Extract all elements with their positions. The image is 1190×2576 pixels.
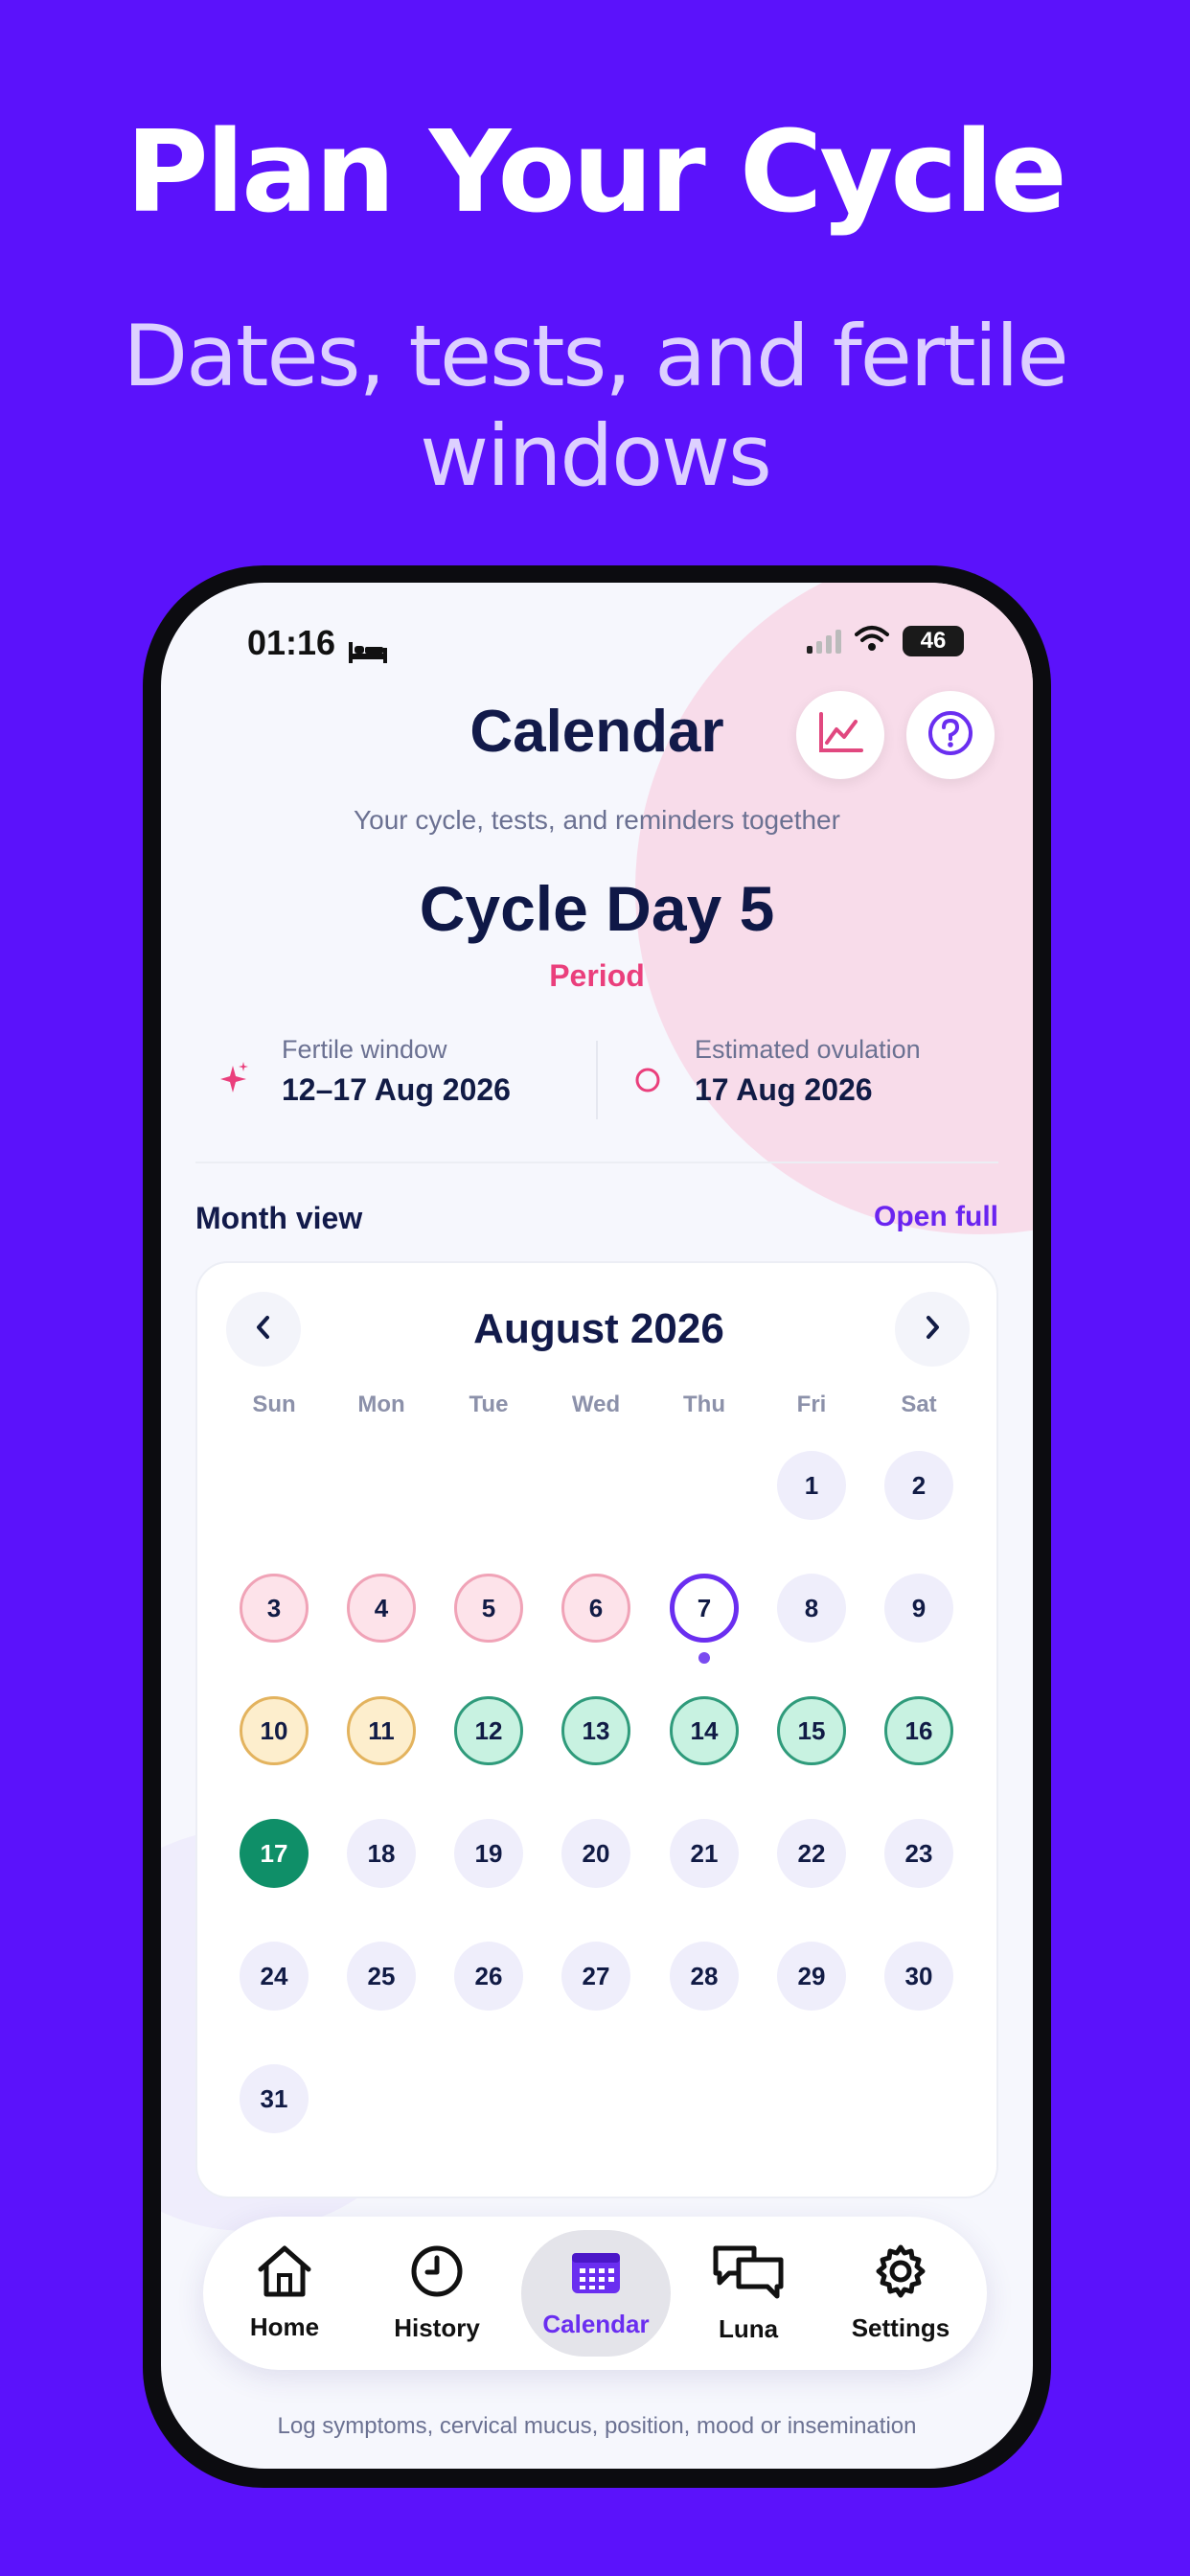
today-indicator-dot xyxy=(698,1652,710,1664)
tab-settings-label: Settings xyxy=(851,2313,950,2342)
status-bar-left: 01:16 xyxy=(247,623,388,663)
tab-history-label: History xyxy=(394,2313,480,2342)
calendar-day[interactable]: 11 xyxy=(347,1696,416,1765)
fertile-window-label: Fertile window xyxy=(282,1035,447,1064)
calendar-day[interactable]: 17 xyxy=(240,1819,309,1888)
calendar-day[interactable]: 30 xyxy=(884,1942,953,2011)
app-screen: 01:16 46 Calendar Your cycle, tests, and… xyxy=(161,583,1033,2469)
calendar-day[interactable]: 1 xyxy=(777,1451,846,1520)
ovulation-info: Estimated ovulation 17 Aug 2026 xyxy=(695,1035,921,1108)
tab-bar: Home History Calendar Luna Settings xyxy=(203,2217,987,2370)
tab-luna[interactable]: Luna xyxy=(676,2217,820,2370)
chart-line-icon xyxy=(817,711,863,759)
open-full-link[interactable]: Open full xyxy=(874,1201,998,1233)
gear-icon xyxy=(873,2243,928,2306)
calendar-day[interactable]: 12 xyxy=(454,1696,523,1765)
calendar-day[interactable]: 2 xyxy=(884,1451,953,1520)
calendar-day[interactable]: 25 xyxy=(347,1942,416,2011)
promo-subtitle: Dates, tests, and fertile windows xyxy=(123,307,1068,505)
calendar-day[interactable]: 9 xyxy=(884,1574,953,1643)
calendar-day[interactable]: 5 xyxy=(454,1574,523,1643)
clock-icon xyxy=(409,2243,465,2306)
month-view-label: Month view xyxy=(195,1201,363,1235)
weekday-header: Sat xyxy=(901,1392,937,1417)
calendar-icon xyxy=(570,2247,622,2302)
weekday-header: Tue xyxy=(469,1392,509,1417)
calendar-day[interactable]: 10 xyxy=(240,1696,309,1765)
cycle-phase: Period xyxy=(549,958,645,993)
divider xyxy=(596,1041,598,1119)
calendar-day[interactable]: 26 xyxy=(454,1942,523,2011)
calendar-day[interactable]: 21 xyxy=(670,1819,739,1888)
ovulation-circle-icon xyxy=(634,1067,661,1098)
calendar-day[interactable]: 29 xyxy=(777,1942,846,2011)
log-card-description: Log symptoms, cervical mucus, position, … xyxy=(277,2413,917,2439)
weekday-header: Thu xyxy=(683,1392,725,1417)
ovulation-label: Estimated ovulation xyxy=(695,1035,921,1064)
calendar-card: August 2026 Sun Mon Tue Wed Thu Fri Sat 1 2 3 4 5 6 7… xyxy=(195,1261,998,2198)
chart-button[interactable] xyxy=(796,691,884,779)
phone-frame: 01:16 46 Calendar Your cycle, tests, and… xyxy=(143,565,1051,2488)
tab-history[interactable]: History xyxy=(365,2217,509,2370)
tab-home-label: Home xyxy=(249,2312,320,2341)
calendar-month-title: August 2026 xyxy=(473,1305,724,1352)
calendar-day[interactable]: 23 xyxy=(884,1819,953,1888)
status-bar-right: 46 xyxy=(807,625,964,656)
bed-icon xyxy=(349,632,388,663)
calendar-day[interactable]: 27 xyxy=(561,1942,630,2011)
calendar-day[interactable]: 31 xyxy=(240,2064,309,2133)
weekday-header: Fri xyxy=(796,1392,827,1417)
fertile-window-value: 12–17 Aug 2026 xyxy=(282,1072,511,1107)
wifi-icon xyxy=(855,625,889,656)
calendar-day[interactable]: 19 xyxy=(454,1819,523,1888)
weekday-header: Wed xyxy=(571,1392,621,1417)
status-time: 01:16 xyxy=(247,623,336,662)
calendar-day[interactable]: 8 xyxy=(777,1574,846,1643)
next-month-button[interactable] xyxy=(895,1292,970,1367)
promo-title: Plan Your Cycle xyxy=(126,105,1067,238)
help-button[interactable] xyxy=(906,691,995,779)
calendar-day[interactable]: 7 xyxy=(670,1574,739,1643)
ovulation-value: 17 Aug 2026 xyxy=(695,1072,873,1107)
home-icon xyxy=(255,2244,314,2305)
weekday-header: Mon xyxy=(357,1392,405,1417)
help-icon xyxy=(927,709,974,762)
weekday-header: Sun xyxy=(252,1392,296,1417)
fertile-window-info: Fertile window 12–17 Aug 2026 xyxy=(282,1035,511,1108)
calendar-day[interactable]: 20 xyxy=(561,1819,630,1888)
calendar-day[interactable]: 13 xyxy=(561,1696,630,1765)
signal-icon xyxy=(807,629,841,654)
calendar-day[interactable]: 6 xyxy=(561,1574,630,1643)
tab-calendar-label: Calendar xyxy=(542,2310,650,2338)
tab-home[interactable]: Home xyxy=(213,2217,356,2370)
calendar-day[interactable]: 3 xyxy=(240,1574,309,1643)
page-subtitle: Your cycle, tests, and reminders togethe… xyxy=(354,805,840,835)
calendar-day[interactable]: 16 xyxy=(884,1696,953,1765)
sparkle-icon xyxy=(220,1062,249,1099)
tab-luna-label: Luna xyxy=(718,2314,779,2343)
calendar-day[interactable]: 15 xyxy=(777,1696,846,1765)
divider xyxy=(195,1162,998,1163)
page-title: Calendar xyxy=(469,699,724,765)
calendar-day[interactable]: 22 xyxy=(777,1819,846,1888)
cycle-day-label: Cycle Day 5 xyxy=(419,873,775,944)
tab-settings[interactable]: Settings xyxy=(829,2217,973,2370)
battery-icon: 46 xyxy=(903,625,964,656)
calendar-day[interactable]: 18 xyxy=(347,1819,416,1888)
calendar-day[interactable]: 14 xyxy=(670,1696,739,1765)
tab-calendar[interactable]: Calendar xyxy=(524,2217,668,2370)
calendar-day[interactable]: 28 xyxy=(670,1942,739,2011)
chat-bubbles-icon xyxy=(710,2242,787,2307)
chevron-right-icon xyxy=(921,1314,944,1346)
calendar-day[interactable]: 24 xyxy=(240,1942,309,2011)
calendar-day[interactable]: 4 xyxy=(347,1574,416,1643)
